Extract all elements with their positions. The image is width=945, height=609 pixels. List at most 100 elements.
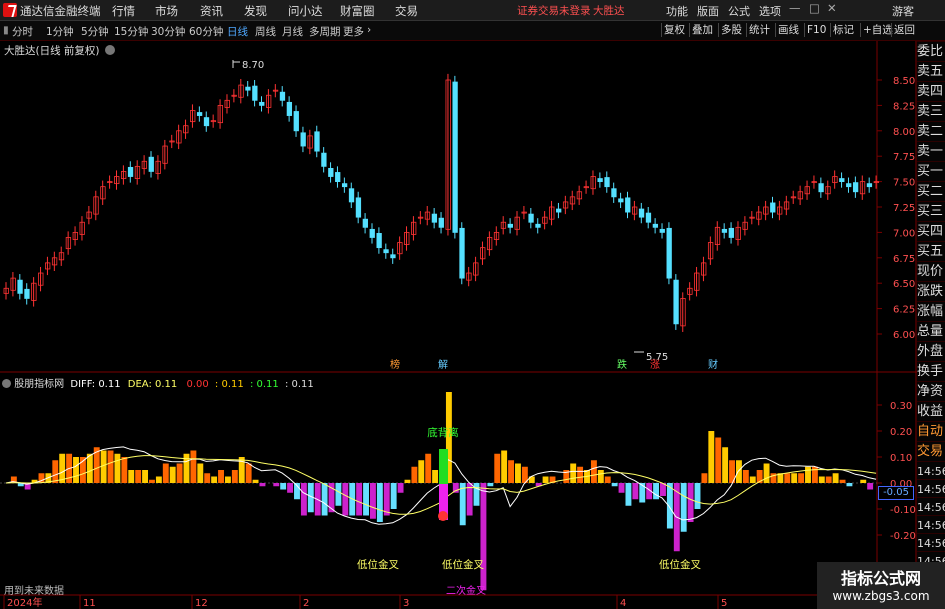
event-marker-unlock[interactable]: 解: [438, 358, 448, 371]
macd-bar: [224, 476, 231, 483]
candle-body: [203, 117, 210, 127]
value-3: : 0.11: [249, 379, 279, 390]
candle-body: [245, 86, 251, 91]
sidebar-item[interactable]: 卖五: [917, 61, 945, 82]
y-tick-label: 6.00: [893, 330, 915, 341]
candle-body: [618, 198, 624, 203]
macd-bar: [818, 476, 825, 483]
kline-chart[interactable]: 8.50 8.25 8.00 7.75 7.50 7.25 7.00 6.75 6.50 6.25…: [0, 0, 945, 609]
sidebar-item[interactable]: 外盘: [917, 341, 945, 362]
candle-body: [438, 217, 444, 228]
macd-bar: [825, 476, 832, 483]
macd-bar: [321, 483, 328, 516]
chart-title: 大胜达(日线 前复权): [4, 43, 115, 58]
sidebar-item[interactable]: 换手: [917, 361, 945, 382]
candle-body: [638, 208, 645, 218]
macd-bar: [128, 470, 135, 483]
golden-cross-label-2: 低位金叉: [442, 558, 484, 571]
candle-body: [852, 182, 859, 193]
sidebar-item[interactable]: 委比: [917, 41, 945, 62]
sidebar-item[interactable]: 涨幅: [917, 301, 945, 322]
macd-bar: [715, 437, 722, 483]
candle-body: [341, 183, 348, 188]
macd-bar: [618, 483, 625, 493]
indicator-legend: 股朋指标网 DIFF: 0.11 DEA: 0.11 0.00 : 0.11 :…: [2, 375, 314, 390]
event-marker-fall[interactable]: 跌: [617, 358, 627, 371]
candle-body: [507, 223, 514, 228]
macd-bar: [680, 483, 687, 532]
macd-bar: [418, 460, 425, 483]
macd-bar: [363, 483, 369, 516]
macd-bar: [176, 463, 183, 483]
y-tick-label: 8.50: [893, 76, 915, 87]
event-marker-finance[interactable]: 财: [708, 358, 718, 371]
sidebar-item[interactable]: 收益: [917, 401, 945, 422]
indicator-settings-icon[interactable]: [2, 379, 11, 388]
sidebar-item[interactable]: 交易: [917, 441, 945, 462]
macd-bar: [287, 483, 294, 493]
sidebar-item[interactable]: 涨跌: [917, 281, 945, 302]
sidebar-item[interactable]: 买一: [917, 161, 945, 182]
x-tick-label: 11: [83, 598, 96, 609]
macd-bar: [135, 470, 142, 483]
candle-body: [866, 183, 873, 188]
sidebar-item[interactable]: 买五: [917, 241, 945, 262]
macd-bar: [121, 457, 128, 483]
macd-bar: [501, 450, 508, 483]
bottom-divergence-label: 底背离: [427, 426, 459, 439]
candle-body: [728, 227, 734, 238]
candle-body: [535, 223, 541, 228]
macd-bar: [639, 483, 646, 503]
sidebar-item[interactable]: 卖四: [917, 81, 945, 102]
macd-bar: [735, 460, 742, 483]
sidebar-item[interactable]: 卖三: [917, 101, 945, 122]
macd-bar: [259, 483, 266, 487]
macd-bar: [300, 483, 307, 516]
sidebar-item[interactable]: 总量: [917, 321, 945, 342]
macd-bar: [231, 470, 238, 483]
macd-bar: [494, 453, 501, 483]
macd-bar: [701, 473, 708, 483]
x-tick-label: 12: [195, 598, 208, 609]
dea-value: 0.11: [155, 379, 178, 390]
candle-body: [127, 166, 134, 177]
sidebar-item[interactable]: 现价: [917, 261, 945, 282]
golden-cross-label-1: 低位金叉: [357, 558, 399, 571]
candle-body: [528, 213, 534, 223]
y-tick-label: 7.50: [893, 178, 915, 189]
candle-body: [24, 288, 30, 299]
candle-body: [279, 91, 286, 101]
candle-body: [604, 177, 610, 188]
macd-bar: [749, 476, 756, 483]
indicator-name[interactable]: 股朋指标网: [14, 379, 64, 390]
chart-title-text: 大胜达(日线 前复权): [4, 45, 100, 57]
settings-icon[interactable]: [104, 45, 115, 55]
macd-bar: [694, 483, 701, 509]
sidebar-item[interactable]: 买二: [917, 181, 945, 202]
macd-bar: [280, 483, 287, 490]
sidebar-item[interactable]: 卖一: [917, 141, 945, 162]
macd-bar: [805, 466, 811, 483]
x-tick-label: 3: [403, 598, 409, 609]
macd-bar: [397, 483, 404, 493]
macd-bar: [666, 483, 673, 529]
macd-bar: [342, 483, 349, 516]
sidebar-item[interactable]: 买三: [917, 201, 945, 222]
macd-bar: [149, 479, 155, 483]
macd-bar: [653, 483, 660, 500]
y-tick-label: 8.25: [893, 101, 915, 112]
macd-bar: [197, 463, 204, 483]
sidebar-item[interactable]: 买四: [917, 221, 945, 242]
indicator-y-tick-label: -0.20: [890, 531, 916, 542]
y-tick-label: 7.25: [893, 203, 915, 214]
sidebar-item[interactable]: 卖二: [917, 121, 945, 142]
event-marker-rise[interactable]: 涨: [650, 359, 660, 371]
indicator-y-tick-label: 0.10: [890, 453, 912, 464]
candle-body: [314, 131, 320, 152]
sidebar-item[interactable]: 净资: [917, 381, 945, 402]
sidebar-item[interactable]: 自动: [917, 421, 945, 442]
candle-body: [431, 213, 438, 223]
macd-bar: [473, 483, 480, 506]
event-marker-rank[interactable]: 榜: [390, 358, 400, 371]
candle-body: [390, 254, 396, 259]
